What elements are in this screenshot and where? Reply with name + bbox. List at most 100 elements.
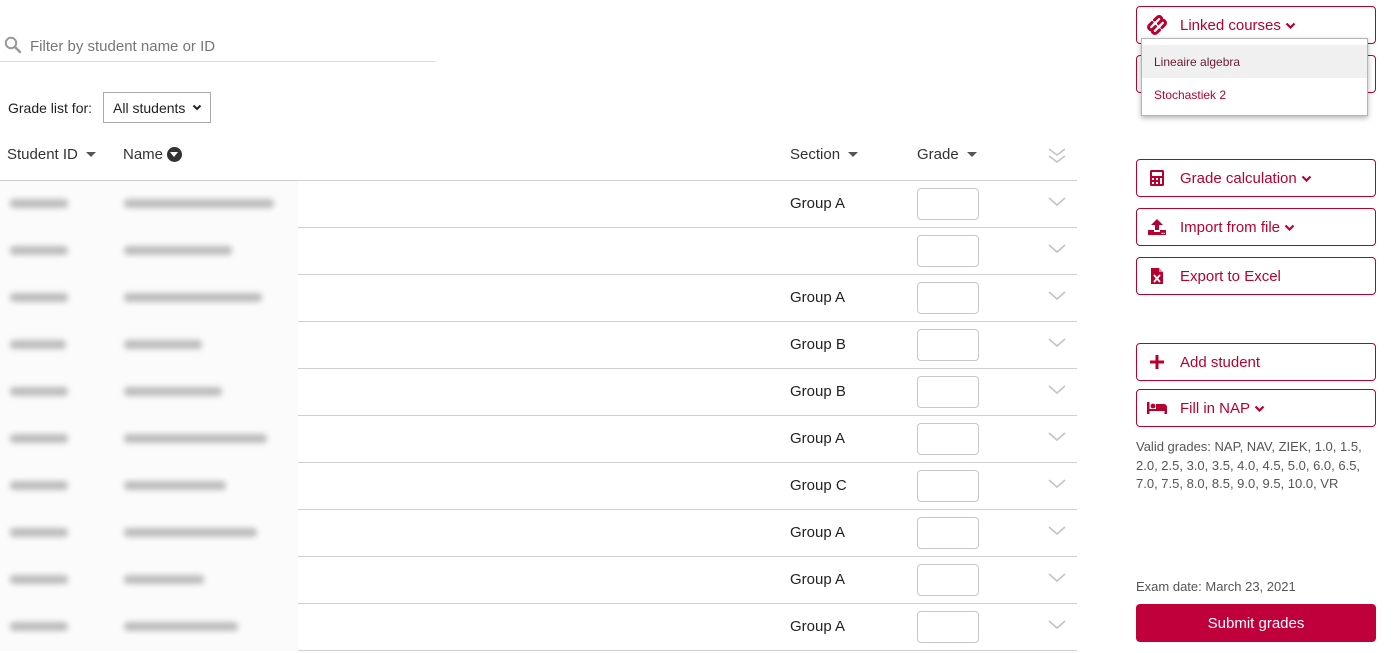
student-name-redacted — [124, 622, 238, 631]
linked-course-item[interactable]: Lineaire algebra — [1142, 45, 1367, 78]
table-row: Group A — [0, 275, 1077, 322]
row-section: Group A — [790, 571, 846, 588]
redacted-area — [0, 416, 298, 463]
submit-grades-button[interactable]: Submit grades — [1136, 604, 1376, 642]
grade-input[interactable] — [917, 235, 979, 267]
expand-row-icon[interactable] — [1047, 572, 1067, 584]
add-student-button[interactable]: Add student — [1136, 343, 1376, 381]
redacted-area — [0, 228, 298, 275]
redacted-area — [0, 322, 298, 369]
import-from-file-button[interactable]: Import from file — [1136, 208, 1376, 246]
linked-courses-menu: Lineaire algebra Stochastiek 2 — [1141, 38, 1368, 116]
grade-input[interactable] — [917, 423, 979, 455]
grade-list-for-label: Grade list for: — [8, 99, 93, 116]
export-to-excel-button[interactable]: Export to Excel — [1136, 257, 1376, 295]
expand-row-icon[interactable] — [1047, 243, 1067, 255]
redacted-area — [0, 463, 298, 510]
column-header-label: Grade — [917, 146, 959, 163]
grade-list-select[interactable]: All students — [103, 92, 212, 123]
student-id-redacted — [10, 293, 68, 302]
search-input[interactable] — [30, 34, 430, 58]
student-id-redacted — [10, 622, 68, 631]
grade-input[interactable] — [917, 376, 979, 408]
column-header-student-id[interactable]: Student ID — [7, 146, 96, 163]
fill-in-nap-button[interactable]: Fill in NAP — [1136, 389, 1376, 427]
expand-row-icon[interactable] — [1047, 337, 1067, 349]
student-id-redacted — [10, 246, 68, 255]
sort-caret-icon — [966, 152, 977, 157]
excel-file-icon — [1146, 266, 1168, 286]
linked-course-item[interactable]: Stochastiek 2 — [1142, 78, 1367, 111]
expand-row-icon[interactable] — [1047, 290, 1067, 302]
valid-grades-note: Valid grades: NAP, NAV, ZIEK, 1.0, 1.5, … — [1136, 439, 1362, 491]
student-id-redacted — [10, 387, 68, 396]
expand-row-icon[interactable] — [1047, 196, 1067, 208]
student-id-redacted — [10, 434, 68, 443]
redacted-area — [0, 510, 298, 557]
grade-input[interactable] — [917, 470, 979, 502]
column-header-grade[interactable]: Grade — [917, 146, 977, 163]
table-row: Group A — [0, 416, 1077, 463]
grade-calculation-button[interactable]: Grade calculation — [1136, 159, 1376, 197]
student-id-redacted — [10, 528, 68, 537]
add-student-label: Add student — [1180, 353, 1261, 371]
grade-input[interactable] — [917, 564, 979, 596]
fill-in-nap-label: Fill in NAP — [1180, 399, 1251, 417]
table-row: Group A — [0, 604, 1077, 651]
sort-caret-icon — [848, 152, 859, 157]
import-from-file-label: Import from file — [1180, 218, 1281, 236]
row-section: Group B — [790, 383, 846, 400]
bed-icon — [1146, 398, 1168, 418]
chevron-down-icon — [1284, 224, 1295, 232]
table-row: Group B — [0, 369, 1077, 416]
grade-input[interactable] — [917, 282, 979, 314]
student-table-body: Group A Group A Group B Group B Group A Group… — [0, 181, 1077, 651]
chevron-down-icon — [1254, 405, 1265, 413]
expand-row-icon[interactable] — [1047, 619, 1067, 631]
redacted-area — [0, 275, 298, 322]
plus-icon — [1146, 352, 1168, 372]
student-id-redacted — [10, 481, 68, 490]
expand-row-icon[interactable] — [1047, 525, 1067, 537]
student-name-redacted — [124, 434, 267, 443]
chevron-down-icon — [1285, 22, 1296, 30]
row-section: Group A — [790, 430, 846, 447]
expand-row-icon[interactable] — [1047, 384, 1067, 396]
grade-input[interactable] — [917, 188, 979, 220]
expand-row-icon[interactable] — [1047, 478, 1067, 490]
student-name-redacted — [124, 481, 226, 490]
grade-list-select-value: All students — [113, 99, 186, 116]
table-header: Student ID Name Section Grade — [0, 140, 1077, 181]
sort-caret-icon — [85, 152, 96, 157]
row-section: Group B — [790, 336, 846, 353]
table-row: Group B — [0, 322, 1077, 369]
search-icon — [4, 36, 22, 54]
table-row — [0, 228, 1077, 275]
student-name-redacted — [124, 246, 232, 255]
column-header-name[interactable]: Name — [123, 146, 183, 163]
redacted-area — [0, 604, 298, 651]
export-to-excel-label: Export to Excel — [1180, 267, 1281, 285]
student-name-redacted — [124, 340, 202, 349]
row-section: Group A — [790, 524, 846, 541]
chevron-down-icon — [1301, 175, 1312, 183]
column-header-label: Student ID — [7, 146, 78, 163]
column-header-section[interactable]: Section — [790, 146, 859, 163]
grade-calculation-label: Grade calculation — [1180, 169, 1297, 187]
linked-courses-label: Linked courses — [1180, 16, 1281, 34]
calculator-icon — [1146, 168, 1168, 188]
grade-input[interactable] — [917, 611, 979, 643]
expand-row-icon[interactable] — [1047, 431, 1067, 443]
student-id-redacted — [10, 199, 68, 208]
grade-list-filter: Grade list for: All students — [8, 92, 212, 123]
grade-input[interactable] — [917, 517, 979, 549]
redacted-area — [0, 369, 298, 416]
row-section: Group C — [790, 477, 847, 494]
grade-input[interactable] — [917, 329, 979, 361]
student-name-redacted — [124, 387, 222, 396]
student-id-redacted — [10, 340, 66, 349]
search-bar — [0, 32, 435, 62]
expand-all-icon[interactable] — [1047, 147, 1067, 165]
column-header-label: Name — [123, 146, 164, 163]
row-section: Group A — [790, 195, 846, 212]
